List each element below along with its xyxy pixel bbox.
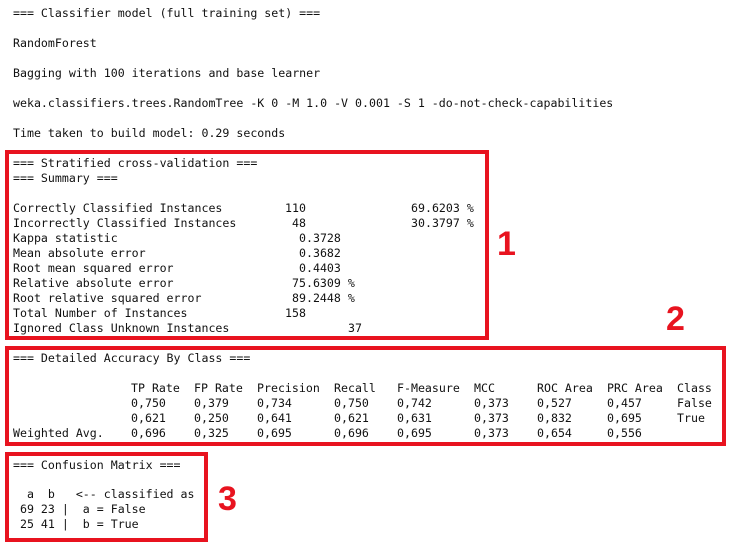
classifier-options: weka.classifiers.trees.RandomTree -K 0 -…: [13, 96, 614, 110]
build-time: Time taken to build model: 0.29 seconds: [13, 126, 286, 140]
annotation-number-3: 3: [218, 480, 237, 518]
highlight-box-confusion: [5, 452, 208, 542]
highlight-box-summary: [5, 150, 489, 340]
annotation-number-2: 2: [666, 300, 685, 338]
classifier-name: RandomForest: [13, 36, 97, 50]
bagging-description: Bagging with 100 iterations and base lea…: [13, 66, 321, 80]
output-header-title: === Classifier model (full training set)…: [13, 6, 321, 20]
annotation-number-1: 1: [497, 225, 516, 263]
highlight-box-accuracy: [5, 346, 726, 446]
